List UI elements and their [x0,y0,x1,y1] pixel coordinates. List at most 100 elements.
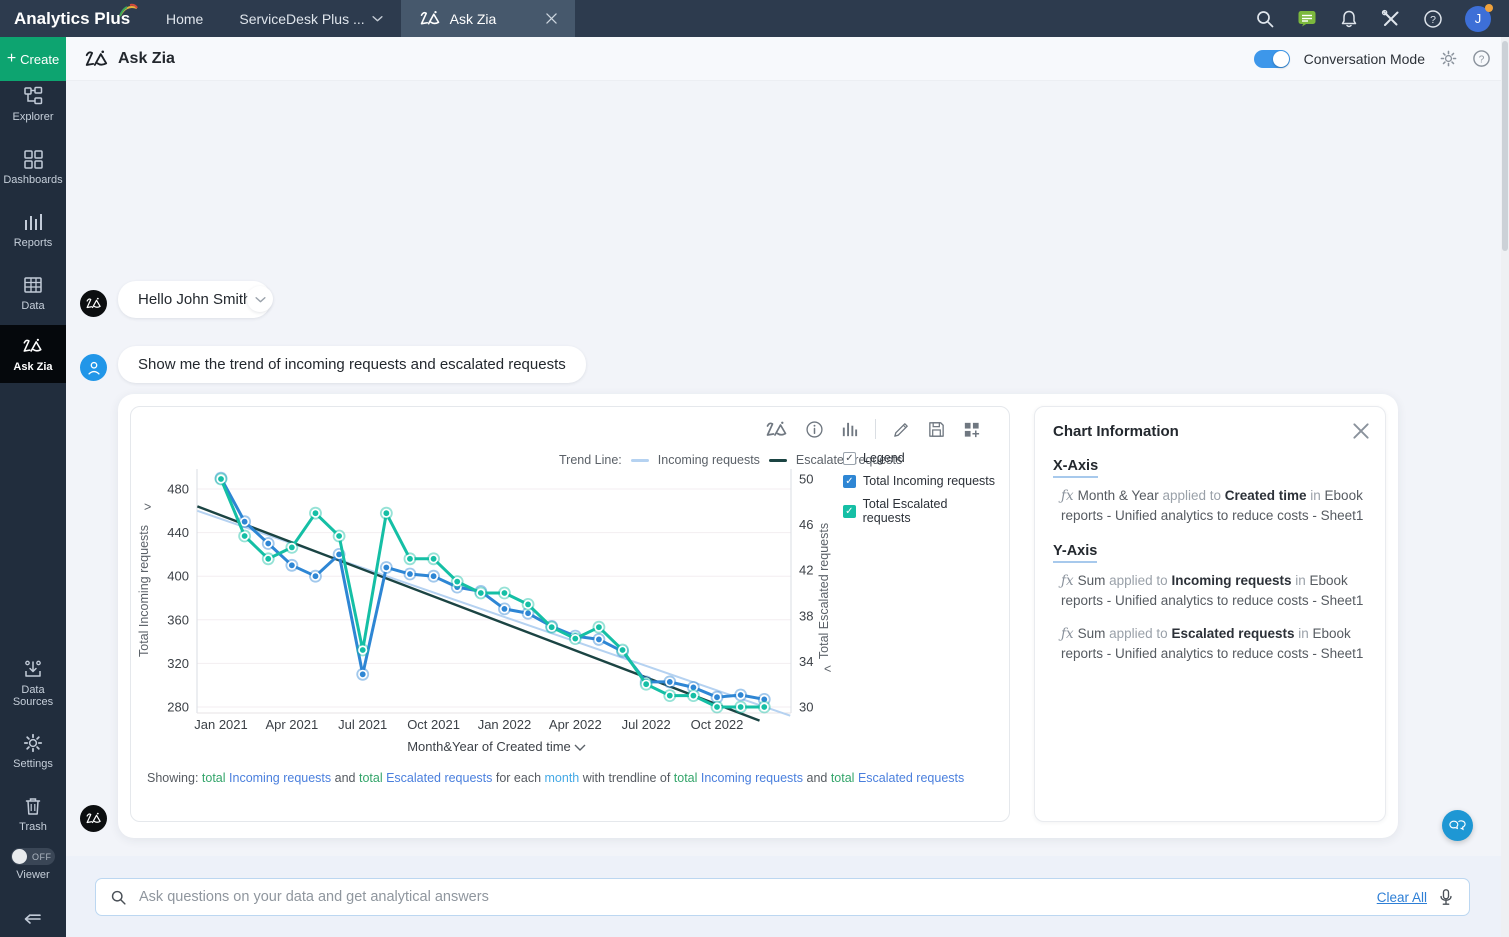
data-point[interactable] [356,668,369,681]
tab-ask-zia[interactable]: Ask Zia [401,0,575,37]
y-axis-heading[interactable]: Y-Axis [1053,543,1097,563]
sidebar-collapse-button[interactable] [0,908,66,930]
data-point[interactable] [427,552,440,565]
help-icon[interactable] [1423,9,1443,29]
chevron-down-icon [372,15,383,22]
data-point[interactable] [593,633,606,646]
brand-swoosh-icon [118,3,140,17]
data-point[interactable] [262,537,275,550]
left-axis-title[interactable]: Total Incoming requests [137,525,151,657]
conversation-history-button[interactable] [1442,810,1473,841]
ask-question-input[interactable] [137,888,1367,906]
data-point[interactable] [498,587,511,600]
zia-icon [85,297,103,310]
data-point[interactable] [734,689,747,702]
data-point[interactable] [734,701,747,714]
data-point[interactable] [380,507,393,520]
trendline-escalated[interactable] [197,506,759,720]
data-point[interactable] [687,689,700,702]
x-axis-tick: Jan 2022 [478,717,532,732]
data-point[interactable] [545,621,558,634]
right-axis-tick: 30 [799,700,813,715]
data-point[interactable] [663,689,676,702]
data-point[interactable] [616,644,629,657]
tab-home[interactable]: Home [148,0,221,37]
data-point[interactable] [569,632,582,645]
data-point[interactable] [215,473,228,486]
series-line-escalated[interactable] [221,479,764,707]
sidebar-item-dashboards[interactable]: Dashboards [0,148,66,186]
user-avatar[interactable]: J [1465,6,1491,32]
microphone-icon[interactable] [1437,888,1455,906]
data-point[interactable] [522,598,535,611]
create-button[interactable]: + Create [0,37,66,81]
data-point[interactable] [309,570,322,583]
series-line-incoming[interactable] [221,478,764,699]
message-expand-chevron[interactable] [247,286,273,312]
trend-line-chart[interactable]: 480440400360320280504642383430Jan 2021Ap… [131,407,1011,765]
sidebar-item-trash[interactable]: Trash [0,795,66,833]
data-point[interactable] [285,541,298,554]
clear-all-link[interactable]: Clear All [1377,890,1427,905]
data-point[interactable] [663,676,676,689]
data-point[interactable] [285,559,298,572]
feedback-icon[interactable] [1297,9,1317,29]
sidebar-item-settings[interactable]: Settings [0,732,66,770]
x-axis-title[interactable]: Month&Year of Created time [407,739,571,754]
data-point[interactable] [380,561,393,574]
data-point[interactable] [309,507,322,520]
x-axis-heading[interactable]: X-Axis [1053,458,1098,478]
conversation-mode-toggle[interactable] [1254,50,1290,68]
chart-card: Trend Line: Incoming requests Escalated … [130,406,1010,822]
page-scrollbar[interactable] [1501,37,1509,937]
settings-gear-icon[interactable] [1439,49,1458,68]
chevron-down-icon [255,296,266,303]
data-point[interactable] [404,552,417,565]
close-panel-icon[interactable] [1353,423,1369,439]
help-icon[interactable] [1472,49,1491,68]
data-point[interactable] [333,530,346,543]
sidebar-item-reports[interactable]: Reports [0,211,66,249]
left-axis-tick: 360 [167,612,189,627]
chart-showing-summary: Showing: total Incoming requests and tot… [147,771,964,785]
sidebar-item-data[interactable]: Data [0,274,66,312]
admin-tools-icon[interactable] [1381,9,1401,29]
zia-icon [22,335,44,357]
right-axis-title[interactable]: Total Escalated requests [817,523,831,659]
right-axis-expand-chevron[interactable]: < [824,662,831,676]
left-axis-tick: 400 [167,569,189,584]
data-point[interactable] [427,570,440,583]
data-point[interactable] [758,701,771,714]
search-icon[interactable] [1255,9,1275,29]
data-point[interactable] [498,603,511,616]
right-axis-tick: 50 [799,472,813,487]
sidebar-item-ask-zia[interactable]: Ask Zia [0,325,66,383]
data-point[interactable] [404,568,417,581]
notifications-bell-icon[interactable] [1339,9,1359,29]
scrollbar-thumb[interactable] [1502,41,1508,251]
sidebar-item-explorer[interactable]: Explorer [0,85,66,123]
data-point[interactable] [474,587,487,600]
data-point[interactable] [640,678,653,691]
data-point[interactable] [711,701,724,714]
conversation-area: Hello John Smith Show me the trend of in… [66,81,1509,856]
x-axis-tick: Jul 2021 [338,717,387,732]
app-logo[interactable]: Analytics Plus [0,0,148,37]
close-tab-icon[interactable] [546,13,557,24]
x-axis-dropdown-chevron[interactable] [575,745,585,750]
tab-servicedesk-plus[interactable]: ServiceDesk Plus ... [221,0,400,37]
data-point[interactable] [238,530,251,543]
right-axis-tick: 42 [799,563,813,578]
viewer-toggle[interactable]: OFF [11,848,55,865]
sidebar-item-data-sources[interactable]: Data Sources [0,658,66,708]
y-axis-formula-2: ƒxSum applied to Escalated requests in E… [1061,624,1367,663]
fx-icon: ƒx [1061,626,1074,642]
data-point[interactable] [593,621,606,634]
data-point[interactable] [451,575,464,588]
left-axis-tick: 320 [167,656,189,671]
zia-icon [419,10,442,27]
left-axis-expand-chevron[interactable]: > [144,500,151,514]
data-point[interactable] [262,552,275,565]
left-axis-tick: 480 [167,482,189,497]
data-point[interactable] [356,644,369,657]
